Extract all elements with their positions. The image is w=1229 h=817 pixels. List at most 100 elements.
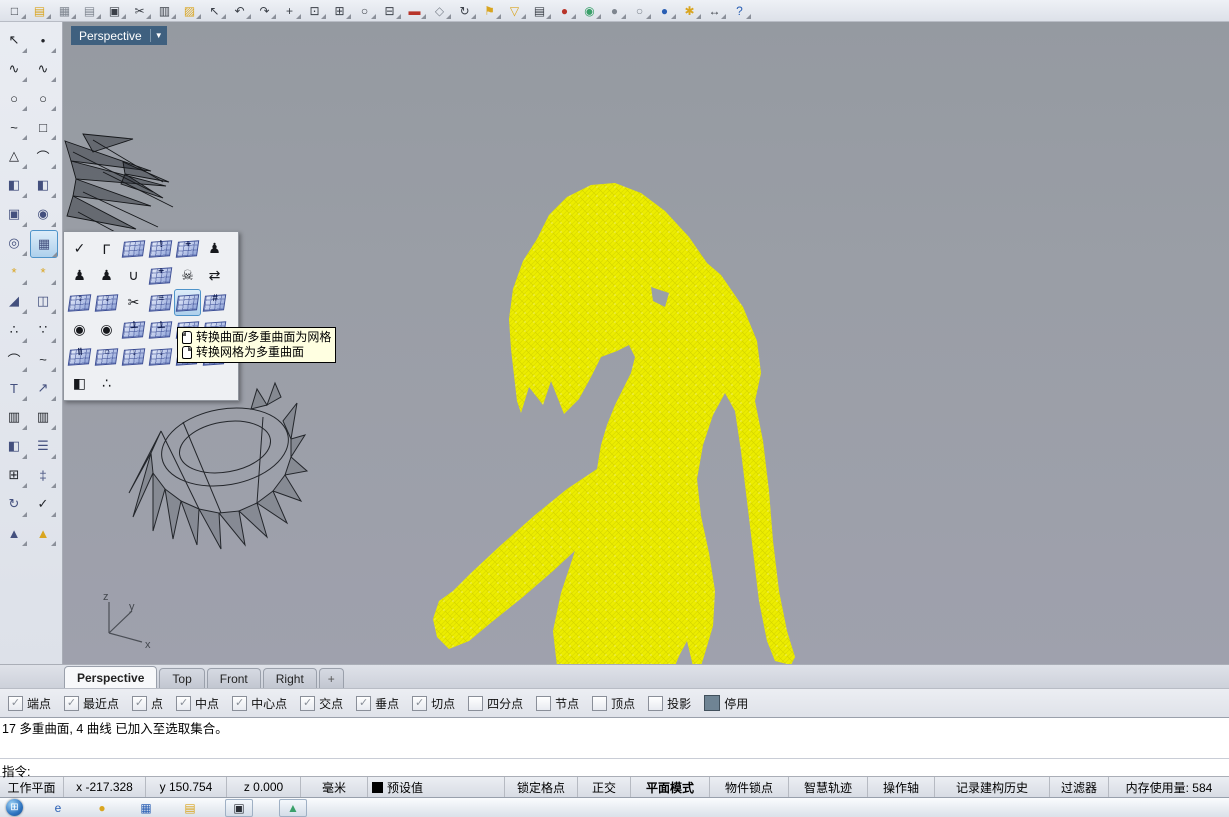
mesh-spheres-icon[interactable]: ◉ [93, 316, 120, 343]
viewport-layout-icon[interactable]: ⊟ [377, 1, 402, 20]
curve-through-points-icon[interactable]: ∿ [30, 56, 56, 82]
gumball-toggle[interactable]: 操作轴 [868, 777, 935, 797]
viewport-title[interactable]: Perspective ▼ [71, 26, 167, 45]
filter-pane[interactable]: 过滤器 [1050, 777, 1109, 797]
new-viewport-tab-button[interactable]: + [319, 668, 344, 688]
mesh-axes-icon[interactable]: ↕ [66, 289, 93, 316]
mesh-worker-carry-icon[interactable]: ♟ [93, 262, 120, 289]
undo-icon[interactable]: ↶ [227, 1, 252, 20]
options-gears-icon[interactable]: ✱ [677, 1, 702, 20]
polyline-icon[interactable]: ∿ [1, 56, 27, 82]
cplane-flag-icon[interactable]: ⚑ [477, 1, 502, 20]
copy-objects-icon[interactable]: ▥ [30, 404, 56, 430]
mesh-skull-icon[interactable]: ☠ [174, 262, 201, 289]
blend-curve-icon[interactable]: ~ [30, 346, 56, 372]
visibility-filter-icon[interactable]: ▽ [502, 1, 527, 20]
twist-icon[interactable]: ↻ [1, 491, 27, 517]
paste-icon[interactable]: ▨ [177, 1, 202, 20]
mesh-tools-icon[interactable]: ▦ [30, 230, 58, 258]
select-pointer-icon[interactable]: ↖ [202, 1, 227, 20]
tab-top[interactable]: Top [159, 668, 204, 688]
checkbox[interactable] [412, 696, 427, 711]
grid-snap-toggle[interactable]: 锁定格点 [505, 777, 578, 797]
osnap-item-center[interactable]: 中心点 [232, 695, 287, 712]
mesh-flatten-icon[interactable]: ≡ [147, 289, 174, 316]
mesh-collapse-icon[interactable]: ↓ [120, 343, 147, 370]
viewport-canvas[interactable]: z y x Perspective ▼ ✓ Γ ! + ♟ ♟ ♟ [63, 22, 1229, 664]
cplane-pane[interactable]: 工作平面 [0, 777, 64, 797]
perspective-view-icon[interactable]: ◇ [427, 1, 452, 20]
checkbox[interactable] [232, 696, 247, 711]
disable-swatch[interactable] [704, 695, 720, 711]
mesh-flip-icon[interactable]: ⇄ [201, 262, 228, 289]
osnap-toggle[interactable]: 物件锁点 [710, 777, 789, 797]
checkbox[interactable] [356, 696, 371, 711]
osnap-item-end[interactable]: 端点 [8, 695, 51, 712]
pyramid-icon[interactable]: ▲ [1, 520, 27, 546]
checkbox[interactable] [64, 696, 79, 711]
viewport-menu-arrow-icon[interactable]: ▼ [155, 31, 163, 40]
mesh-window-icon[interactable] [120, 235, 147, 262]
raytrace-sphere-icon[interactable]: ● [652, 1, 677, 20]
osnap-item-perpendicular[interactable]: 垂点 [356, 695, 399, 712]
render-preview-icon[interactable]: ▬ [402, 1, 427, 20]
mesh-dense-icon[interactable]: # [201, 289, 228, 316]
mesh-hole-icon[interactable]: ○ [93, 343, 120, 370]
zoom-extents-icon[interactable]: ⊞ [327, 1, 352, 20]
mesh-collapse-b-icon[interactable]: ↓ [147, 343, 174, 370]
taskbar-messenger-icon[interactable]: ● [93, 800, 111, 816]
ghosted-sphere-icon[interactable]: ○ [627, 1, 652, 20]
mesh-repair-tools-icon[interactable]: Γ [93, 235, 120, 262]
checkbox[interactable] [536, 696, 551, 711]
copy-page-icon[interactable]: ▣ [102, 1, 127, 20]
help-icon[interactable]: ? [727, 1, 752, 20]
point-set-icon[interactable]: ∵ [30, 317, 56, 343]
smarttrack-toggle[interactable]: 智慧轨迹 [789, 777, 868, 797]
print-icon[interactable]: ▤ [77, 1, 102, 20]
trim-icon[interactable]: ◢ [1, 288, 27, 314]
cylinder-icon[interactable]: ◎ [1, 230, 27, 256]
surface-patch-icon[interactable]: ◧ [30, 172, 56, 198]
open-file-icon[interactable]: ▤ [27, 1, 52, 20]
text-icon[interactable]: T [1, 375, 27, 401]
mesh-worker-lift-icon[interactable]: ♟ [66, 262, 93, 289]
osnap-item-point[interactable]: 点 [132, 695, 163, 712]
copy-icon[interactable]: ▥ [152, 1, 177, 20]
polygon-icon[interactable]: △ [1, 143, 27, 169]
mesh-weld-icon[interactable]: ⊥ [120, 316, 147, 343]
single-point-icon[interactable]: • [30, 27, 56, 53]
circle-icon[interactable]: ○ [1, 85, 27, 111]
checkbox[interactable] [132, 696, 147, 711]
checkbox[interactable] [8, 696, 23, 711]
box-icon[interactable]: ▣ [1, 201, 27, 227]
redo-icon[interactable]: ↷ [252, 1, 277, 20]
pipe-icon[interactable]: ‡ [30, 462, 56, 488]
layer-pane[interactable]: 预设值 [368, 777, 505, 797]
mesh-add-icon[interactable]: + [147, 262, 174, 289]
shaded-sphere-icon[interactable]: ● [602, 1, 627, 20]
checkbox[interactable] [468, 696, 483, 711]
color-wheel-icon[interactable]: ◉ [577, 1, 602, 20]
start-button[interactable]: ⊞ [6, 799, 23, 816]
solid-cube-icon[interactable]: ◧ [1, 433, 27, 459]
group-icon[interactable]: ▥ [1, 404, 27, 430]
rectangle-icon[interactable]: □ [30, 114, 56, 140]
fireworks-icon[interactable]: * [30, 259, 56, 285]
osnap-item-mid[interactable]: 中点 [176, 695, 219, 712]
mesh-trim-icon[interactable]: ✂ [120, 289, 147, 316]
explode-icon[interactable]: * [1, 259, 27, 285]
planar-mode-toggle[interactable]: 平面模式 [631, 777, 710, 797]
freeform-curve-icon[interactable]: ~ [1, 114, 27, 140]
checkbox[interactable] [592, 696, 607, 711]
select-pointer-icon[interactable]: ↖ [1, 27, 27, 53]
osnap-item-intersection[interactable]: 交点 [300, 695, 343, 712]
move-icon[interactable]: ↗ [30, 375, 56, 401]
surface-icon[interactable]: ◧ [1, 172, 27, 198]
ortho-toggle[interactable]: 正交 [578, 777, 631, 797]
taskbar-explorer-icon[interactable]: ▤ [181, 800, 199, 816]
bucket-icon[interactable]: ∪ [120, 262, 147, 289]
render-sphere-icon[interactable]: ● [552, 1, 577, 20]
tab-front[interactable]: Front [207, 668, 261, 688]
magnifier-icon[interactable]: ○ [352, 1, 377, 20]
mesh-paint-icon[interactable]: ! [147, 235, 174, 262]
